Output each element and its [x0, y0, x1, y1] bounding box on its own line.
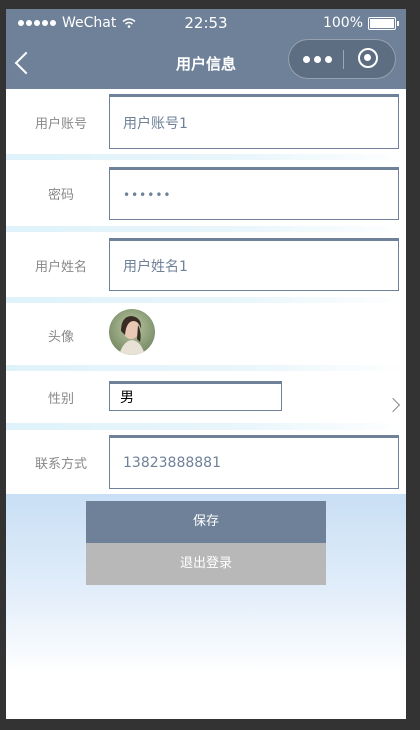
logout-button[interactable]: 退出登录 [86, 543, 326, 585]
row-divider [6, 423, 406, 430]
account-label: 用户账号 [34, 117, 87, 132]
avatar-image [109, 309, 155, 355]
name-label: 用户姓名 [34, 260, 87, 275]
battery-percent: 100% [322, 15, 363, 31]
gender-row: 性别 男 [6, 371, 406, 423]
account-row: 用户账号 用户账号1 [6, 89, 406, 154]
password-row: 密码 •••••• [6, 160, 406, 226]
password-input[interactable]: •••••• [109, 167, 399, 220]
avatar[interactable] [109, 309, 155, 355]
battery-status: 100% [322, 15, 399, 31]
capsule-divider [343, 50, 344, 69]
contact-row: 联系方式 13823888881 [6, 430, 406, 494]
avatar-row: 头像 [6, 303, 406, 365]
name-row: 用户姓名 用户姓名1 [6, 232, 406, 297]
password-label: 密码 [47, 188, 74, 203]
more-options-icon[interactable] [303, 56, 332, 63]
gender-label: 性别 [47, 392, 74, 407]
battery-icon [368, 16, 399, 30]
top-bar: WeChat 22:53 100% 用户信息 [6, 9, 406, 89]
name-input[interactable]: 用户姓名1 [109, 238, 399, 291]
gender-select[interactable]: 男 [109, 381, 282, 411]
contact-label: 联系方式 [34, 457, 87, 472]
phone-screen: WeChat 22:53 100% 用户信息 用户账号 用户账号1 密码 •••… [6, 9, 406, 719]
status-bar: WeChat 22:53 100% [6, 9, 406, 37]
close-miniprogram-icon[interactable] [358, 48, 378, 68]
contact-input[interactable]: 13823888881 [109, 435, 399, 489]
save-button[interactable]: 保存 [86, 501, 326, 543]
avatar-label: 头像 [47, 330, 74, 345]
mini-program-capsule [288, 39, 396, 79]
chevron-right-icon[interactable] [385, 397, 401, 413]
account-input[interactable]: 用户账号1 [109, 94, 399, 149]
